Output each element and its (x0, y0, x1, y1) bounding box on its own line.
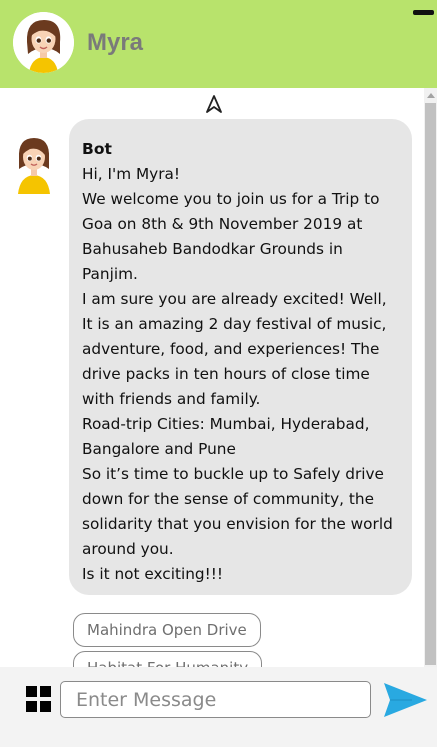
message-line: Is it not exciting!!! (82, 565, 224, 583)
scroll-up-button[interactable] (424, 88, 437, 102)
message-line: I am sure you are already excited! Well,… (82, 290, 387, 408)
message-line: Road-trip Cities: Mumbai, Hyderabad, Ban… (82, 415, 370, 458)
message-line: So it’s time to buckle up to Safely driv… (82, 465, 393, 558)
navigation-arrow-icon[interactable] (204, 94, 224, 114)
avatar (13, 12, 74, 73)
bot-message-bubble: Bot Hi, I'm Myra! We welcome you to join… (69, 119, 412, 595)
bot-avatar-icon (18, 138, 50, 194)
female-avatar-icon (13, 12, 74, 73)
chat-area[interactable]: Bot Hi, I'm Myra! We welcome you to join… (0, 88, 437, 667)
quick-reply-option[interactable]: Habitat For Humanity (73, 651, 263, 667)
send-icon[interactable] (382, 680, 428, 720)
quick-reply-option[interactable]: Mahindra Open Drive (73, 613, 261, 647)
message-sender: Bot (82, 140, 112, 158)
contact-name: Myra (87, 29, 144, 56)
message-composer (0, 667, 437, 747)
chat-header: Myra (0, 0, 437, 88)
scrollbar-thumb[interactable] (425, 103, 436, 665)
minimize-icon[interactable] (413, 10, 434, 15)
message-input[interactable] (60, 681, 371, 718)
message-line: We welcome you to join us for a Trip to … (82, 190, 380, 283)
message-line: Hi, I'm Myra! (82, 165, 181, 183)
grid-menu-icon[interactable] (26, 686, 52, 714)
